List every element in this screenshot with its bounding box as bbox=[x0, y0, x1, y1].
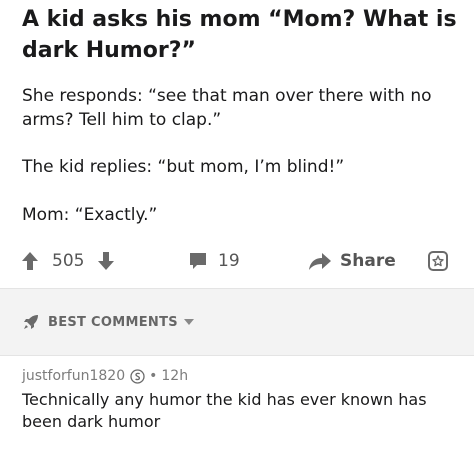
share-button[interactable]: Share bbox=[308, 244, 396, 278]
vote-score: 505 bbox=[52, 251, 85, 271]
comment-meta: justforfun1820 • 12h bbox=[22, 368, 462, 384]
rocket-icon bbox=[22, 313, 40, 331]
post-paragraph-1: She responds: “see that man over there w… bbox=[22, 86, 432, 130]
downvote-icon[interactable] bbox=[96, 250, 116, 272]
comment-item: justforfun1820 • 12h Technically any hum… bbox=[22, 368, 462, 433]
award-icon bbox=[426, 249, 450, 273]
comments-sort-bar: BEST COMMENTS bbox=[0, 288, 474, 356]
meta-separator: • bbox=[149, 368, 158, 384]
comment-author[interactable]: justforfun1820 bbox=[22, 368, 125, 384]
share-label: Share bbox=[340, 251, 396, 271]
vote-group: 505 bbox=[20, 244, 116, 278]
post-paragraph-2: The kid replies: “but mom, I’m blind!” bbox=[22, 157, 345, 177]
award-button[interactable] bbox=[426, 244, 450, 278]
comment-body: Technically any humor the kid has ever k… bbox=[22, 390, 427, 431]
post-paragraph-3: Mom: “Exactly.” bbox=[22, 205, 158, 225]
post-action-bar: 505 19 Share bbox=[0, 244, 474, 278]
comment-icon bbox=[188, 251, 208, 271]
comments-sort-label: BEST COMMENTS bbox=[48, 314, 178, 330]
comments-button[interactable]: 19 bbox=[188, 244, 240, 278]
comment-count: 19 bbox=[218, 251, 240, 271]
post-title[interactable]: A kid asks his mom “Mom? What is dark Hu… bbox=[22, 4, 462, 66]
share-arrow-icon bbox=[308, 251, 332, 271]
upvote-icon[interactable] bbox=[20, 250, 40, 272]
post-card: A kid asks his mom “Mom? What is dark Hu… bbox=[0, 0, 474, 286]
comments-sort-dropdown[interactable]: BEST COMMENTS bbox=[22, 313, 194, 331]
caret-down-icon bbox=[183, 318, 194, 326]
coin-icon bbox=[130, 368, 145, 384]
comment-age: 12h bbox=[161, 368, 189, 384]
